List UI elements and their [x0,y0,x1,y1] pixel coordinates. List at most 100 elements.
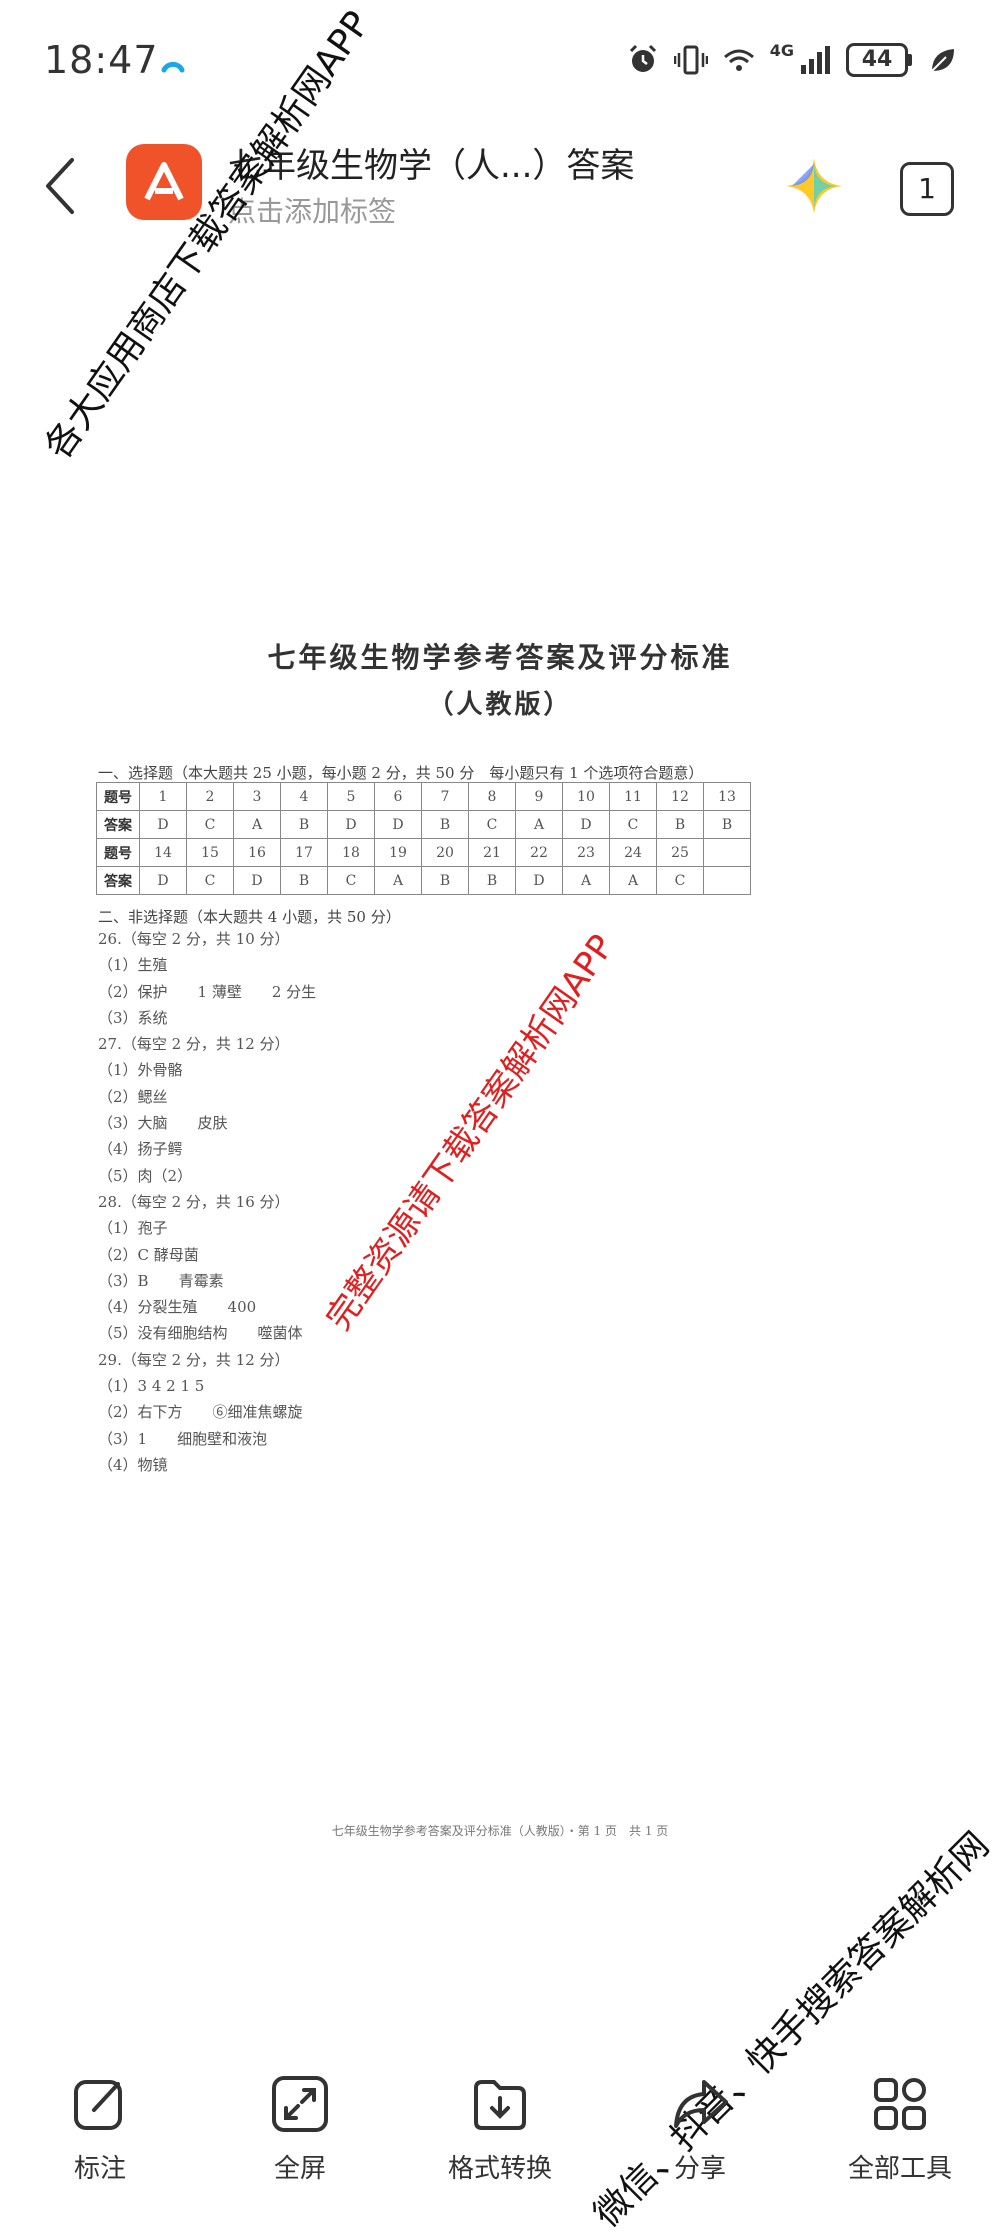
table-cell: C [186,810,234,839]
table-cell: 20 [421,838,469,867]
back-arrow-icon[interactable] [40,156,80,216]
table-cell: D [562,810,610,839]
ai-sparkle-icon[interactable] [784,156,844,216]
table-cell: 25 [656,838,704,867]
table-cell: D [139,810,187,839]
watermark-center: 完整资源请下载答案解析网APP [318,927,623,1338]
table-cell: B [656,810,704,839]
table-cell: 7 [421,782,469,811]
doc-subheading: （人教版） [427,690,573,720]
annotate-label: 标注 [73,2154,126,2184]
table-cell: 17 [280,838,328,867]
share-button[interactable]: 分享 [600,2060,800,2210]
answer-table: 题号 1 2 3 4 5 6 7 8 9 10 11 12 13 答案 D C … [96,782,751,895]
table-cell: C [327,866,375,895]
row-header: 答案 [96,866,140,895]
edit-pen-icon [74,2080,122,2130]
bottom-toolbar: 标注 全屏 格式转换 分享 全部工具 [0,2060,1000,2210]
table-cell: A [233,810,281,839]
network-type-label: 4G [769,40,794,60]
answer-line: （3）B 青霉素 [98,1271,224,1290]
table-cell: D [374,810,422,839]
alarm-icon [629,44,656,72]
page-count-button[interactable]: 1 [900,162,954,216]
grid-apps-icon [874,2078,926,2130]
answer-line: 29.（每空 2 分，共 12 分） [98,1350,290,1369]
wifi-icon [723,49,754,71]
table-cell: D [139,866,187,895]
table-cell: 23 [562,838,610,867]
fullscreen-icon [272,2076,328,2132]
table-cell: B [703,810,751,839]
answer-line: 27.（每空 2 分，共 12 分） [98,1035,290,1054]
doc-heading: 七年级生物学参考答案及评分标准 [267,641,733,674]
table-cell: C [186,866,234,895]
table-cell: 10 [562,782,610,811]
table-cell: 12 [656,782,704,811]
answer-line: （1）生殖 [98,956,168,975]
table-cell: C [468,810,516,839]
table-cell [703,866,751,895]
table-cell: C [656,866,704,895]
battery-level: 44 [846,43,908,77]
table-cell: 11 [609,782,657,811]
table-row: 答案 D C D B C A B B D A A C [96,866,751,895]
table-cell [703,838,751,867]
answer-lines: 26.（每空 2 分，共 10 分） （1）生殖 （2）保护 1 薄壁 2 分生… [98,928,316,1480]
answer-line: （2）C 酵母菌 [98,1245,199,1264]
answer-line: （3）1 细胞壁和液泡 [98,1429,268,1448]
answer-line: （4）物镜 [98,1455,168,1474]
network-activity-icon [161,61,185,73]
vibrate-icon [673,45,708,75]
table-cell: B [280,866,328,895]
table-cell: D [233,866,281,895]
table-cell: 15 [186,838,234,867]
page-footer: 七年级生物学参考答案及评分标准（人教版）・第 1 页 共 1 页 [331,1824,669,1838]
table-cell: A [562,866,610,895]
row-header: 题号 [96,782,140,811]
answer-line: （5）没有细胞结构 噬菌体 [98,1324,303,1343]
row-header: 答案 [96,810,140,839]
annotate-button[interactable]: 标注 [0,2060,200,2210]
section-1-title: 一、选择题（本大题共 25 小题，每小题 2 分，共 50 分 每小题只有 1 … [98,764,704,782]
share-label: 分享 [673,2154,726,2184]
answer-line: （3）系统 [98,1008,168,1027]
table-cell: 6 [374,782,422,811]
table-row: 题号 14 15 16 17 18 19 20 21 22 23 24 25 [96,838,751,867]
answer-line: （2）右下方 ⑥细准焦螺旋 [98,1403,303,1422]
table-cell: 18 [327,838,375,867]
answer-line: （4）分裂生殖 400 [98,1298,257,1317]
table-cell: 16 [233,838,281,867]
table-cell: B [280,810,328,839]
table-cell: A [609,866,657,895]
section-2-title: 二、非选择题（本大题共 4 小题，共 50 分） [98,908,401,926]
table-cell: 3 [233,782,281,811]
status-icons: 4G 44 [626,40,960,80]
row-header: 题号 [96,838,140,867]
answer-line: （2）保护 1 薄壁 2 分生 [98,982,317,1001]
answer-line: （3）大脑 皮肤 [98,1114,228,1133]
battery-indicator: 44 [846,43,912,77]
table-cell: 4 [280,782,328,811]
answer-line: （1）3 4 2 1 5 [98,1377,205,1396]
table-cell: 1 [139,782,187,811]
fullscreen-button[interactable]: 全屏 [200,2060,400,2210]
table-cell: 8 [468,782,516,811]
table-cell: D [515,866,563,895]
leaf-icon [931,49,954,72]
answer-line: 26.（每空 2 分，共 10 分） [98,930,290,948]
app-logo-icon [144,162,184,201]
answer-line: （5）肉（2） [98,1166,193,1185]
all-tools-label: 全部工具 [847,2154,952,2184]
answer-line: （4）扬子鳄 [98,1140,183,1159]
fullscreen-label: 全屏 [273,2154,326,2184]
convert-button[interactable]: 格式转换 [400,2060,600,2210]
table-row: 题号 1 2 3 4 5 6 7 8 9 10 11 12 13 [96,782,751,811]
status-time: 18:47 [44,38,159,82]
all-tools-button[interactable]: 全部工具 [800,2060,1000,2210]
answer-line: （2）鳃丝 [98,1087,168,1106]
answer-line: 28.（每空 2 分，共 16 分） [98,1192,290,1211]
table-cell: A [515,810,563,839]
table-cell: 24 [609,838,657,867]
table-cell: B [421,866,469,895]
